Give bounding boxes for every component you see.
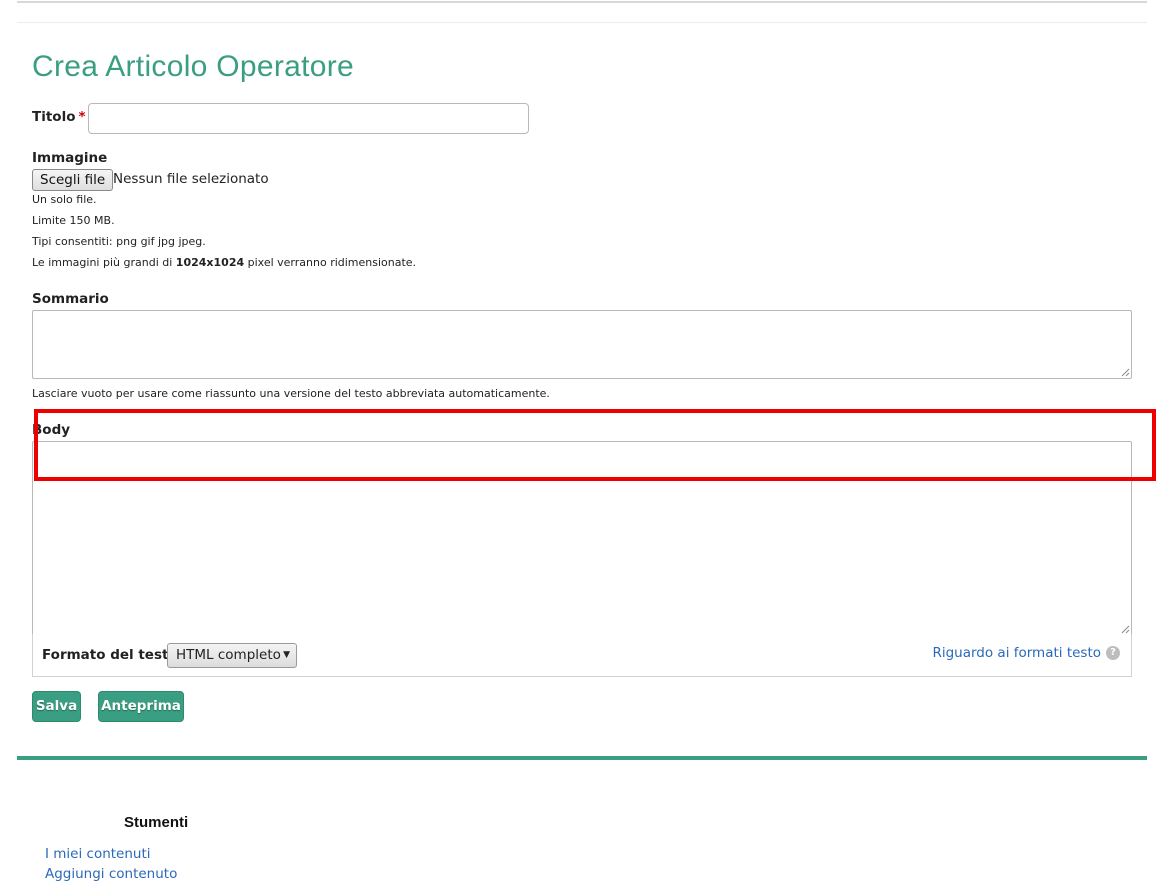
chevron-down-icon: ▼ [283, 650, 290, 660]
required-mark: * [78, 109, 86, 125]
image-help-resize-size: 1024x1024 [175, 256, 245, 269]
footer-divider [17, 756, 1147, 760]
image-help-resize: Le immagini più grandi di 1024x1024 pixe… [32, 256, 416, 269]
save-button[interactable]: Salva [32, 691, 81, 722]
image-label: Immagine [32, 150, 108, 166]
top-divider [17, 22, 1147, 23]
image-help-resize-prefix: Le immagini più grandi di [32, 256, 176, 269]
top-border [17, 1, 1147, 3]
question-icon[interactable]: ? [1106, 646, 1120, 660]
file-status: Nessun file selezionato [113, 171, 269, 187]
image-help-types: Tipi consentiti: png gif jpg jpeg. [32, 235, 206, 248]
choose-file-button[interactable]: Scegli file [32, 169, 114, 191]
resize-grip-icon[interactable] [1120, 624, 1130, 634]
image-help-resize-suffix: pixel verranno ridimensionate. [244, 256, 417, 269]
resize-grip-icon[interactable] [1120, 367, 1130, 377]
highlight-box [34, 409, 1156, 481]
text-format-help-link[interactable]: Riguardo ai formati testo [932, 645, 1101, 661]
preview-button[interactable]: Anteprima [98, 691, 184, 722]
summary-help: Lasciare vuoto per usare come riassunto … [32, 387, 550, 400]
my-content-link[interactable]: I miei contenuti [45, 846, 151, 862]
title-label: Titolo * [32, 109, 86, 125]
summary-textarea[interactable] [32, 310, 1132, 379]
image-help-limit: Limite 150 MB. [32, 214, 115, 227]
page-title: Crea Articolo Operatore [32, 50, 355, 83]
text-format-selected: HTML completo [176, 647, 281, 663]
title-input[interactable] [88, 103, 529, 134]
summary-label: Sommario [32, 291, 109, 307]
text-format-select[interactable]: HTML completo ▼ [167, 643, 297, 668]
text-format-label: Formato del testo [42, 647, 178, 663]
text-format-bar: Formato del testo HTML completo ▼ Riguar… [32, 634, 1132, 677]
tools-title: Stumenti [124, 814, 189, 831]
title-label-text: Titolo [32, 109, 76, 125]
image-help-single-file: Un solo file. [32, 193, 97, 206]
